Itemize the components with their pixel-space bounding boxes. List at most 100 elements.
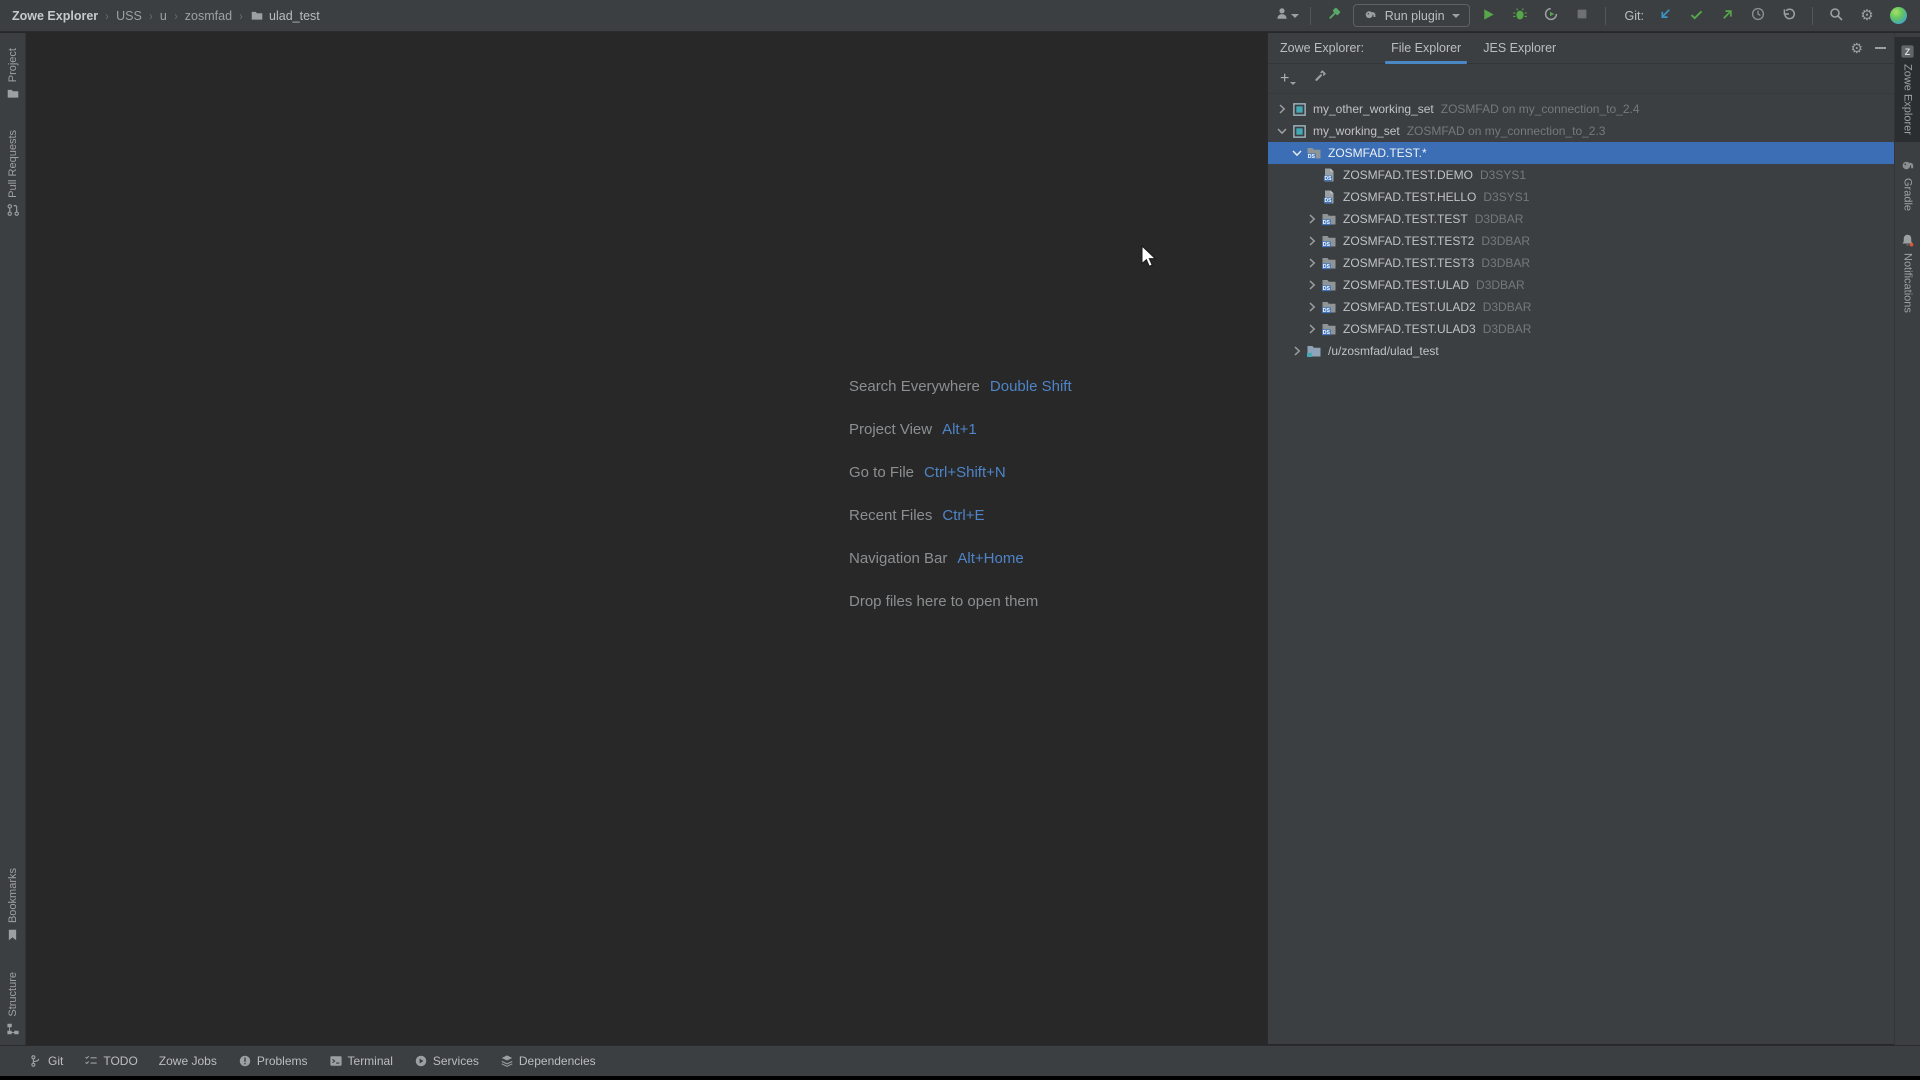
working-set-icon (1291, 123, 1307, 139)
tree-row[interactable]: DSZOSMFAD.TEST.* (1268, 142, 1894, 164)
tree-row[interactable]: my_working_setZOSMFAD on my_connection_t… (1268, 120, 1894, 142)
add-button[interactable]: + (1280, 72, 1296, 86)
tool-window-button-bookmarks[interactable]: Bookmarks (0, 861, 25, 949)
tab-file-explorer[interactable]: File Explorer (1380, 33, 1472, 64)
zowe-explorer-panel: Zowe Explorer: File ExplorerJES Explorer… (1267, 33, 1894, 1044)
chevron-expanded-icon[interactable] (1288, 145, 1305, 161)
git-push-icon (1720, 7, 1735, 25)
breadcrumb-item[interactable]: ulad_test (250, 9, 320, 23)
git-update-button[interactable] (1653, 4, 1677, 28)
profiler-button[interactable] (1539, 4, 1563, 28)
tree-row[interactable]: /u/zosmfad/ulad_test (1268, 340, 1894, 362)
tool-window-label: Structure (7, 972, 19, 1017)
tool-window-button-notifications[interactable]: Notifications (1895, 226, 1920, 320)
shortcut-hint-row: Navigation BarAlt+Home (849, 550, 1072, 593)
run-configurations-dropdown[interactable]: Run plugin (1353, 4, 1470, 27)
chevron-collapsed-icon[interactable] (1303, 277, 1320, 293)
editor-empty-area[interactable]: Search EverywhereDouble ShiftProject Vie… (27, 33, 1266, 1044)
tree-item-label: ZOSMFAD.TEST.DEMO (1343, 168, 1473, 182)
debug-button[interactable] (1508, 4, 1532, 28)
run-button[interactable] (1477, 4, 1501, 28)
tree-item-secondary-label: D3DBAR (1483, 322, 1532, 336)
svg-text:DS: DS (1323, 286, 1331, 292)
tree-row[interactable]: DSZOSMFAD.TEST.TEST2D3DBAR (1268, 230, 1894, 252)
chevron-collapsed-icon[interactable] (1303, 299, 1320, 315)
tool-window-button-structure[interactable]: Structure (0, 965, 25, 1043)
statusbar-item-label: TODO (103, 1054, 137, 1068)
tree-row[interactable]: my_other_working_setZOSMFAD on my_connec… (1268, 98, 1894, 120)
panel-title: Zowe Explorer: (1280, 41, 1364, 55)
dataset-folder-icon: DS (1321, 321, 1337, 337)
profiler-icon (1543, 6, 1559, 25)
tree-item-secondary-label: D3DBAR (1481, 234, 1530, 248)
tree-row[interactable]: DS ZOSMFAD.TEST.ULAD3 D3DBAR (1268, 318, 1894, 340)
rollback-button[interactable] (1777, 4, 1801, 28)
tool-window-button-project[interactable]: Project (0, 41, 25, 107)
right-tool-stripe: ZZowe Explorer Gradle Notifications (1894, 33, 1920, 1045)
tree-item-secondary-label: D3DBAR (1481, 256, 1530, 270)
breadcrumb-item[interactable]: u (160, 9, 167, 23)
breadcrumb-item[interactable]: Zowe Explorer (12, 9, 98, 23)
tree-row[interactable]: DSZOSMFAD.TEST.DEMOD3SYS1 (1268, 164, 1894, 186)
minimize-icon[interactable] (1875, 47, 1886, 49)
chevron-collapsed-icon[interactable] (1303, 233, 1320, 249)
dataset-folder-icon: DS (1321, 299, 1337, 315)
statusbar-item-git[interactable]: Git (29, 1054, 63, 1068)
build-button[interactable] (1322, 4, 1346, 28)
chevron-collapsed-icon[interactable] (1288, 343, 1305, 359)
dependencies-icon (500, 1054, 514, 1068)
statusbar-item-todo[interactable]: TODO (84, 1054, 137, 1068)
statusbar-item-dependencies[interactable]: Dependencies (500, 1054, 596, 1068)
git-commit-button[interactable] (1684, 4, 1708, 28)
tree-row[interactable]: DSZOSMFAD.TEST.HELLOD3SYS1 (1268, 186, 1894, 208)
add-icon: + (1280, 72, 1289, 86)
chevron-collapsed-icon[interactable] (1303, 255, 1320, 271)
tree-row[interactable]: DSZOSMFAD.TEST.TESTD3DBAR (1268, 208, 1894, 230)
ide-updates-button[interactable] (1886, 4, 1910, 28)
tab-jes-explorer[interactable]: JES Explorer (1472, 33, 1567, 64)
gear-icon[interactable]: ⚙ (1850, 41, 1863, 55)
tool-window-label: Gradle (1902, 178, 1914, 211)
search-everywhere-button[interactable] (1824, 4, 1848, 28)
tree-indent-spacer (1303, 167, 1320, 183)
dataset-member-icon: DS (1321, 189, 1337, 205)
tree-row[interactable]: DSZOSMFAD.TEST.ULAD2D3DBAR (1268, 296, 1894, 318)
breadcrumb-item-label: Zowe Explorer (12, 9, 98, 23)
settings-button[interactable]: ⚙ (1855, 4, 1879, 28)
statusbar-item-terminal[interactable]: Terminal (329, 1054, 393, 1068)
statusbar-item-zowe-jobs[interactable]: Zowe Jobs (159, 1054, 217, 1068)
tree-item-secondary-label: D3SYS1 (1480, 168, 1526, 182)
history-button[interactable] (1746, 4, 1770, 28)
chevron-collapsed-icon[interactable] (1303, 211, 1320, 227)
stop-button[interactable] (1570, 4, 1594, 28)
top-toolbar: Zowe Explorer›USS›u›zosmfad›ulad_test Ru… (0, 0, 1920, 32)
wrench-button[interactable] (1312, 69, 1327, 89)
git-branch-icon (29, 1054, 43, 1068)
structure-icon (6, 1022, 20, 1036)
tree-row[interactable]: DSZOSMFAD.TEST.TEST3D3DBAR (1268, 252, 1894, 274)
tree-item-label: ZOSMFAD.TEST.ULAD3 (1343, 322, 1476, 336)
chevron-collapsed-icon[interactable] (1303, 321, 1320, 337)
tool-window-button-zowe-explorer[interactable]: ZZowe Explorer (1895, 37, 1920, 142)
collaborators-button[interactable] (1275, 4, 1299, 28)
breadcrumb-separator-icon: › (174, 9, 177, 23)
tool-window-button-gradle[interactable]: Gradle (1895, 150, 1920, 218)
tool-window-button-pull-requests[interactable]: Pull Requests (0, 123, 25, 224)
statusbar-item-services[interactable]: Services (414, 1054, 479, 1068)
gear-icon: ⚙ (1860, 8, 1873, 23)
tree-item-secondary-label: D3DBAR (1476, 278, 1525, 292)
statusbar-item-label: Zowe Jobs (159, 1054, 217, 1068)
git-widget-label: Git: (1625, 9, 1644, 23)
git-push-button[interactable] (1715, 4, 1739, 28)
breadcrumb-item[interactable]: USS (116, 9, 142, 23)
statusbar-item-problems[interactable]: Problems (238, 1054, 308, 1068)
breadcrumb-item[interactable]: zosmfad (185, 9, 232, 23)
chevron-expanded-icon[interactable] (1273, 123, 1290, 139)
build-hammer-icon (1326, 6, 1342, 25)
toolbar-separator (1812, 7, 1813, 25)
svg-text:DS: DS (1323, 330, 1331, 336)
chevron-collapsed-icon[interactable] (1273, 101, 1290, 117)
statusbar-item-label: Dependencies (519, 1054, 596, 1068)
tree-row[interactable]: DSZOSMFAD.TEST.ULADD3DBAR (1268, 274, 1894, 296)
wrench-icon (1312, 71, 1327, 88)
